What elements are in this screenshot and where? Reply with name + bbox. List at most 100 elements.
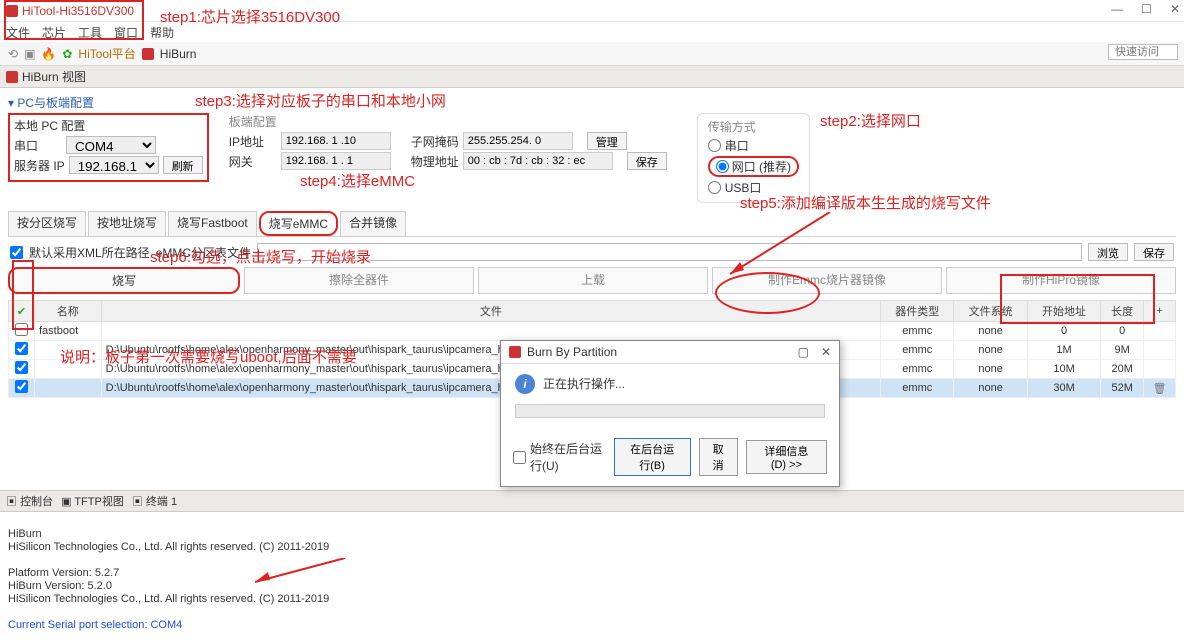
transfer-net-radio[interactable] [716,160,729,173]
xml-row: 默认采用XML所在路径 eMMC分区表文件 浏览 保存 [10,243,1174,261]
save-board-button[interactable]: 保存 [627,152,667,170]
tab-emmc[interactable]: 烧写eMMC [259,211,338,236]
row-length[interactable]: 20M [1101,360,1144,379]
menu-bar: 文件 芯片 工具 窗口 帮助 [0,22,1184,42]
row-length[interactable]: 9M [1101,341,1144,360]
mac-input[interactable] [463,152,613,170]
row-device: emmc [881,341,954,360]
refresh-button[interactable]: 刷新 [163,156,203,174]
row-delete[interactable] [1144,360,1176,379]
col-device: 器件类型 [881,301,954,322]
mask-label: 子网掩码 [411,133,459,150]
xml-default-path-label: 默认采用XML所在路径 [29,244,150,261]
hitool-platform-label[interactable]: HiTool平台 [78,45,135,62]
xml-default-path-checkbox[interactable] [10,246,23,259]
tab-address[interactable]: 按地址烧写 [88,211,166,236]
row-fs: none [954,379,1027,398]
row-file[interactable] [101,322,880,341]
hiburn-view-tab[interactable]: HiBurn 视图 [22,68,86,85]
quick-access-input[interactable] [1108,44,1178,60]
transfer-title: 传输方式 [708,118,799,135]
row-checkbox[interactable] [15,380,28,393]
tab-merge[interactable]: 合并镜像 [340,211,406,236]
serial-select[interactable]: COM4 [66,136,156,154]
row-delete[interactable] [1144,322,1176,341]
burn-button[interactable]: 烧写 [8,267,240,294]
window-title: HiTool-Hi3516DV300 [22,4,134,18]
hiburn-icon [142,48,154,60]
tftp-tab[interactable]: ▣ TFTP视图 [61,493,124,509]
pc-config-title: 本地 PC 配置 [14,117,203,134]
window-titlebar: HiTool-Hi3516DV300 [0,0,1184,22]
menu-window[interactable]: 窗口 [114,24,138,41]
make-hipro-button[interactable]: 制作HiPro镜像 [946,267,1176,294]
row-name [35,341,102,360]
col-check[interactable]: ✔ [9,301,35,322]
transfer-serial-radio[interactable] [708,139,721,152]
row-delete[interactable]: 🗑 [1144,379,1176,398]
tool-icon-1[interactable]: ⟲ [8,47,18,61]
transfer-mode-box: 传输方式 串口 网口 (推荐) USB口 [697,113,810,203]
erase-button[interactable]: 擦除全器件 [244,267,474,294]
server-ip-select[interactable]: 192.168.1.3 [69,156,159,174]
row-fs: none [954,360,1027,379]
burn-tabs: 按分区烧写 按地址烧写 烧写Fastboot 烧写eMMC 合并镜像 [8,211,1176,237]
maximize-button[interactable]: ☐ [1141,2,1152,16]
row-delete[interactable] [1144,341,1176,360]
table-row[interactable]: fastbootemmcnone00 [9,322,1176,341]
row-start[interactable]: 1M [1027,341,1100,360]
config-group-title: ▾ PC与板端配置 [8,94,1176,111]
upload-button[interactable]: 上载 [478,267,708,294]
details-button[interactable]: 详细信息(D) >> [746,440,827,474]
close-button[interactable]: ✕ [1170,2,1180,16]
server-ip-label: 服务器 IP [14,157,65,174]
tool-icon-4[interactable]: ✿ [62,47,72,61]
menu-chip[interactable]: 芯片 [42,24,66,41]
row-checkbox[interactable] [15,342,28,355]
always-background-checkbox[interactable] [513,451,526,464]
transfer-usb-label: USB口 [725,179,762,196]
hiburn-label[interactable]: HiBurn [160,47,197,61]
row-start[interactable]: 10M [1027,360,1100,379]
save-xml-button[interactable]: 保存 [1134,243,1174,261]
menu-file[interactable]: 文件 [6,24,30,41]
cancel-button[interactable]: 取消 [699,438,738,476]
app-icon [6,5,18,17]
ipaddr-input[interactable] [281,132,391,150]
row-start[interactable]: 0 [1027,322,1100,341]
console-tab[interactable]: ▣ 控制台 [6,493,53,509]
xml-path-label: eMMC分区表文件 [156,244,251,261]
terminal-tab[interactable]: ▣ 终端 1 [132,493,177,509]
row-start[interactable]: 30M [1027,379,1100,398]
menu-help[interactable]: 帮助 [150,24,174,41]
row-checkbox[interactable] [15,361,28,374]
run-background-button[interactable]: 在后台运行(B) [614,438,691,476]
row-checkbox[interactable] [15,323,28,336]
tool-icon-3[interactable]: 🔥 [41,47,56,61]
gateway-input[interactable] [281,152,391,170]
col-file: 文件 [101,301,880,322]
tool-icon-2[interactable]: ▣ [24,47,35,61]
col-add[interactable]: + [1144,301,1176,322]
xml-path-input[interactable] [257,243,1082,261]
mask-input[interactable] [463,132,573,150]
manage-button[interactable]: 管理 [587,132,627,150]
minimize-button[interactable]: — [1111,2,1123,16]
dialog-close-icon[interactable]: ✕ [821,345,831,359]
board-config-box: 板端配置 IP地址 子网掩码 管理 网关 物理地址 保存 [229,113,667,172]
ipaddr-label: IP地址 [229,133,277,150]
progress-bar [515,404,825,418]
row-name [35,360,102,379]
browse-button[interactable]: 浏览 [1088,243,1128,261]
menu-tools[interactable]: 工具 [78,24,102,41]
pc-config-box: 本地 PC 配置 串口 COM4 服务器 IP 192.168.1.3 刷新 [8,113,209,182]
row-length[interactable]: 0 [1101,322,1144,341]
mac-label: 物理地址 [411,153,459,170]
dialog-minimize-icon[interactable]: ▢ [798,345,809,359]
row-length[interactable]: 52M [1101,379,1144,398]
tab-fastboot[interactable]: 烧写Fastboot [168,211,257,236]
tab-partition[interactable]: 按分区烧写 [8,211,86,236]
transfer-usb-radio[interactable] [708,181,721,194]
row-device: emmc [881,322,954,341]
make-emmc-button[interactable]: 制作Emmc烧片器镜像 [712,267,942,294]
